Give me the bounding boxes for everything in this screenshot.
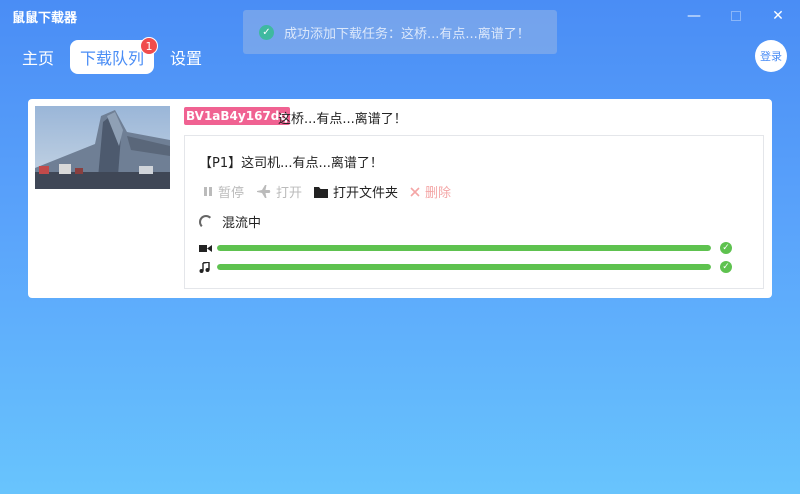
download-task-card: BV1aB4y167dq 这桥...有点...离谱了！ 【P1】这司机...有点…	[28, 99, 772, 298]
pause-button[interactable]: 暂停	[203, 182, 244, 201]
pause-label: 暂停	[218, 186, 245, 201]
video-title: 这桥...有点...离谱了！	[278, 112, 407, 127]
video-camera-icon	[199, 244, 213, 253]
open-folder-button[interactable]: 打开文件夹	[314, 182, 398, 201]
video-progress-bar	[217, 245, 711, 251]
login-button[interactable]: 登录	[755, 40, 787, 72]
audio-progress-bar	[217, 264, 711, 270]
delete-label: 删除	[425, 186, 452, 201]
minimize-button[interactable]: —	[674, 0, 714, 32]
maximize-icon	[731, 11, 741, 21]
plane-icon	[256, 185, 271, 198]
tab-home-label: 主页	[22, 49, 55, 68]
delete-button[interactable]: 删除	[410, 182, 451, 201]
audio-progress-row: ✓	[199, 261, 732, 273]
video-thumbnail	[35, 106, 170, 189]
task-status: 混流中	[199, 212, 261, 231]
check-icon: ✓	[259, 24, 274, 40]
status-text: 混流中	[222, 216, 262, 231]
part-title: 【P1】这司机...有点...离谱了！	[199, 156, 383, 171]
video-progress-row: ✓	[199, 242, 732, 254]
video-progress-fill	[217, 245, 711, 251]
open-folder-label: 打开文件夹	[333, 186, 399, 201]
open-button[interactable]: 打开	[256, 182, 302, 201]
tab-settings-label: 设置	[170, 49, 203, 68]
login-label: 登录	[760, 50, 782, 63]
part-actions: 暂停 打开 打开文件夹 删除	[203, 182, 463, 201]
main-nav: 主页 下载队列 1 设置	[12, 37, 218, 74]
check-circle-icon: ✓	[720, 242, 732, 254]
toast-message: 成功添加下载任务：这桥...有点...离谱了！	[284, 26, 530, 42]
open-label: 打开	[276, 186, 303, 201]
tab-home[interactable]: 主页	[12, 40, 64, 74]
minimize-icon: —	[687, 8, 701, 24]
app-title: 鼠鼠下载器	[12, 10, 78, 26]
pause-icon	[203, 186, 213, 197]
audio-progress-fill	[217, 264, 711, 270]
toast-notification: ✓ 成功添加下载任务：这桥...有点...离谱了！	[243, 10, 557, 54]
bvid-tag[interactable]: BV1aB4y167dq	[184, 107, 290, 125]
loading-spinner-icon	[199, 214, 213, 229]
close-icon: ✕	[772, 8, 784, 24]
part-item: 【P1】这司机...有点...离谱了！ 暂停 打开 打开文件夹 删除 混流中 ✓…	[184, 135, 764, 289]
tab-download-queue[interactable]: 下载队列 1	[70, 37, 159, 74]
tab-download-queue-label: 下载队列	[80, 49, 145, 68]
queue-count-badge: 1	[140, 37, 159, 55]
music-note-icon	[199, 261, 213, 273]
folder-icon	[314, 186, 329, 198]
close-button[interactable]: ✕	[758, 0, 798, 32]
maximize-button[interactable]	[716, 0, 756, 32]
x-icon	[410, 186, 420, 197]
tab-settings[interactable]: 设置	[160, 40, 212, 74]
check-circle-icon: ✓	[720, 261, 732, 273]
